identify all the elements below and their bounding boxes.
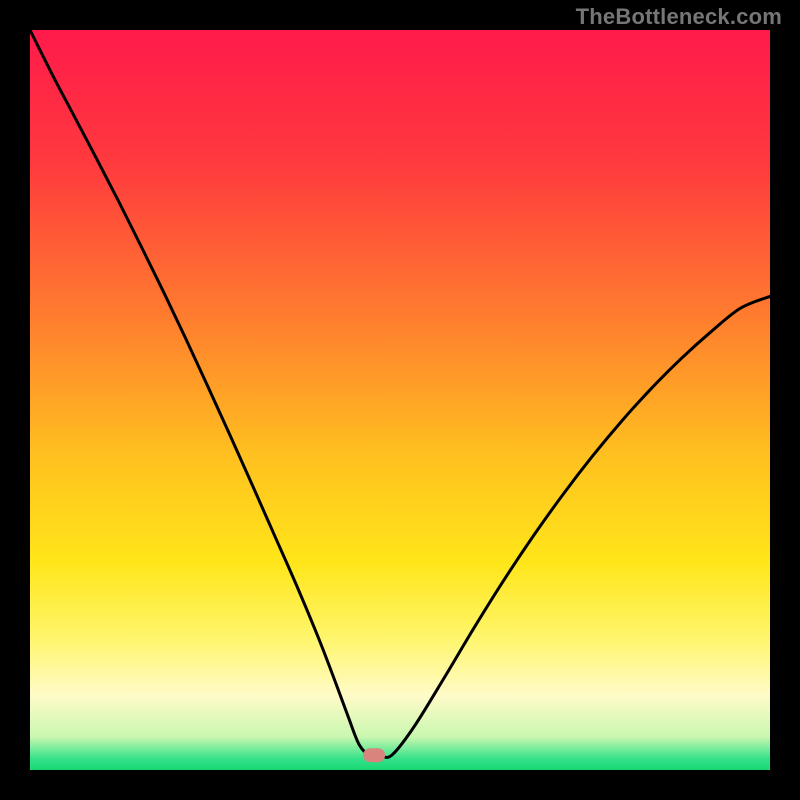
optimal-marker <box>363 748 385 762</box>
watermark-text: TheBottleneck.com <box>576 4 782 30</box>
plot-area <box>30 30 770 770</box>
chart-svg <box>30 30 770 770</box>
gradient-background <box>30 30 770 770</box>
chart-frame: TheBottleneck.com <box>0 0 800 800</box>
